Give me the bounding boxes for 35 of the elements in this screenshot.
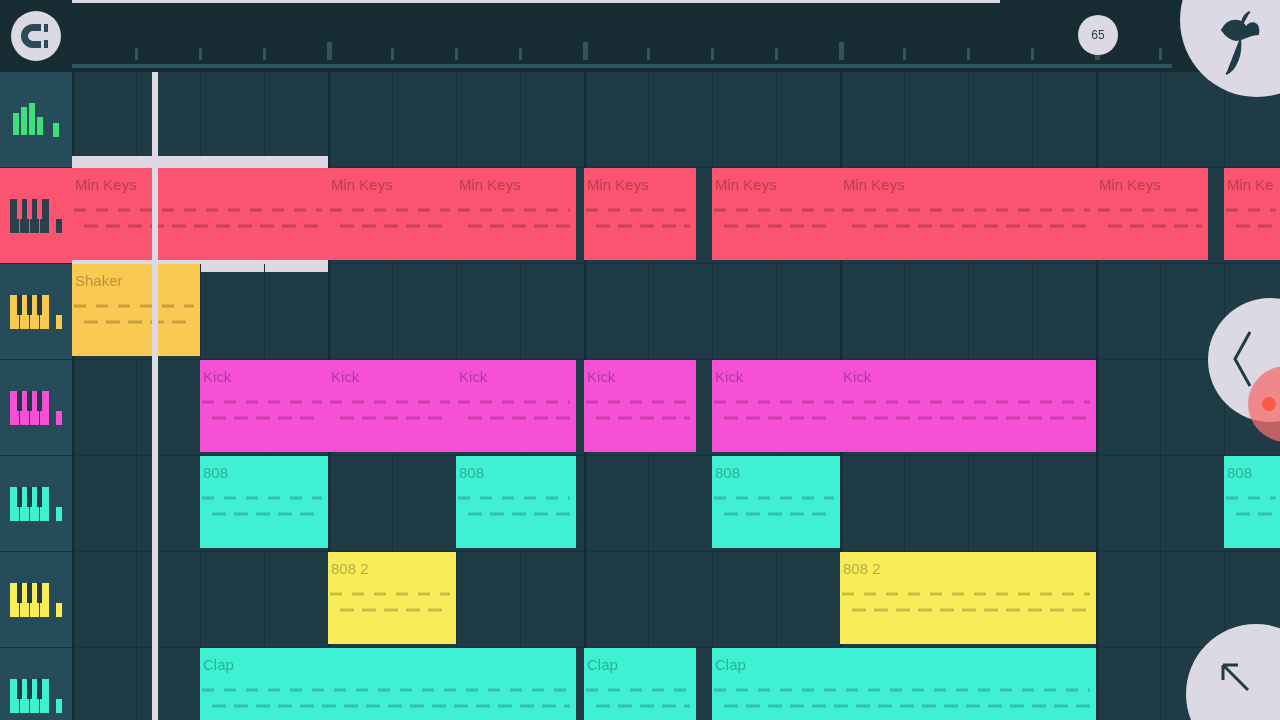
pattern-clip[interactable]: Clap [712, 648, 1096, 720]
pattern-clip[interactable]: Clap [584, 648, 696, 720]
level-meter [56, 698, 62, 713]
level-meter [56, 314, 62, 329]
tempo-badge[interactable]: 65 [1078, 15, 1118, 55]
pattern-clip[interactable]: Min Keys [840, 168, 1096, 260]
level-meter [56, 410, 62, 425]
chevron-left-icon [1232, 330, 1252, 388]
pattern-clip[interactable]: Shaker [72, 264, 200, 356]
pattern-clip[interactable]: Kick [584, 360, 696, 452]
level-meter [53, 122, 59, 137]
level-meter [56, 602, 62, 617]
pattern-clip[interactable]: 808 2 [840, 552, 1096, 644]
pattern-clip[interactable]: 808 2 [328, 552, 456, 644]
pattern-clip[interactable]: Kick [712, 360, 840, 452]
piano-icon [10, 198, 50, 233]
level-meter [56, 506, 62, 521]
pattern-clip[interactable]: Min Ke [1224, 168, 1280, 260]
pattern-clip[interactable]: Kick [200, 360, 328, 452]
pattern-clip[interactable]: Min Keys [584, 168, 696, 260]
pattern-clip[interactable]: Min Keys [712, 168, 840, 260]
pattern-clip[interactable]: Min Keys [456, 168, 577, 260]
pattern-clip[interactable]: 808 [1224, 456, 1280, 548]
pattern-clip[interactable]: Kick [840, 360, 1096, 452]
pattern-clip[interactable]: 808 [456, 456, 577, 548]
pattern-clip[interactable]: Min Keys [328, 168, 456, 260]
pattern-clip[interactable]: 808 [200, 456, 328, 548]
pattern-clip[interactable]: Kick [328, 360, 456, 452]
level-meter [56, 218, 62, 233]
fruit-logo-button[interactable] [1180, 0, 1280, 98]
pattern-clip[interactable]: Kick [456, 360, 577, 452]
magnet-icon[interactable] [11, 11, 61, 61]
pattern-clip[interactable]: 808 [712, 456, 840, 548]
pattern-clip[interactable]: Min Keys [1096, 168, 1208, 260]
pattern-clip[interactable]: Clap [200, 648, 577, 720]
